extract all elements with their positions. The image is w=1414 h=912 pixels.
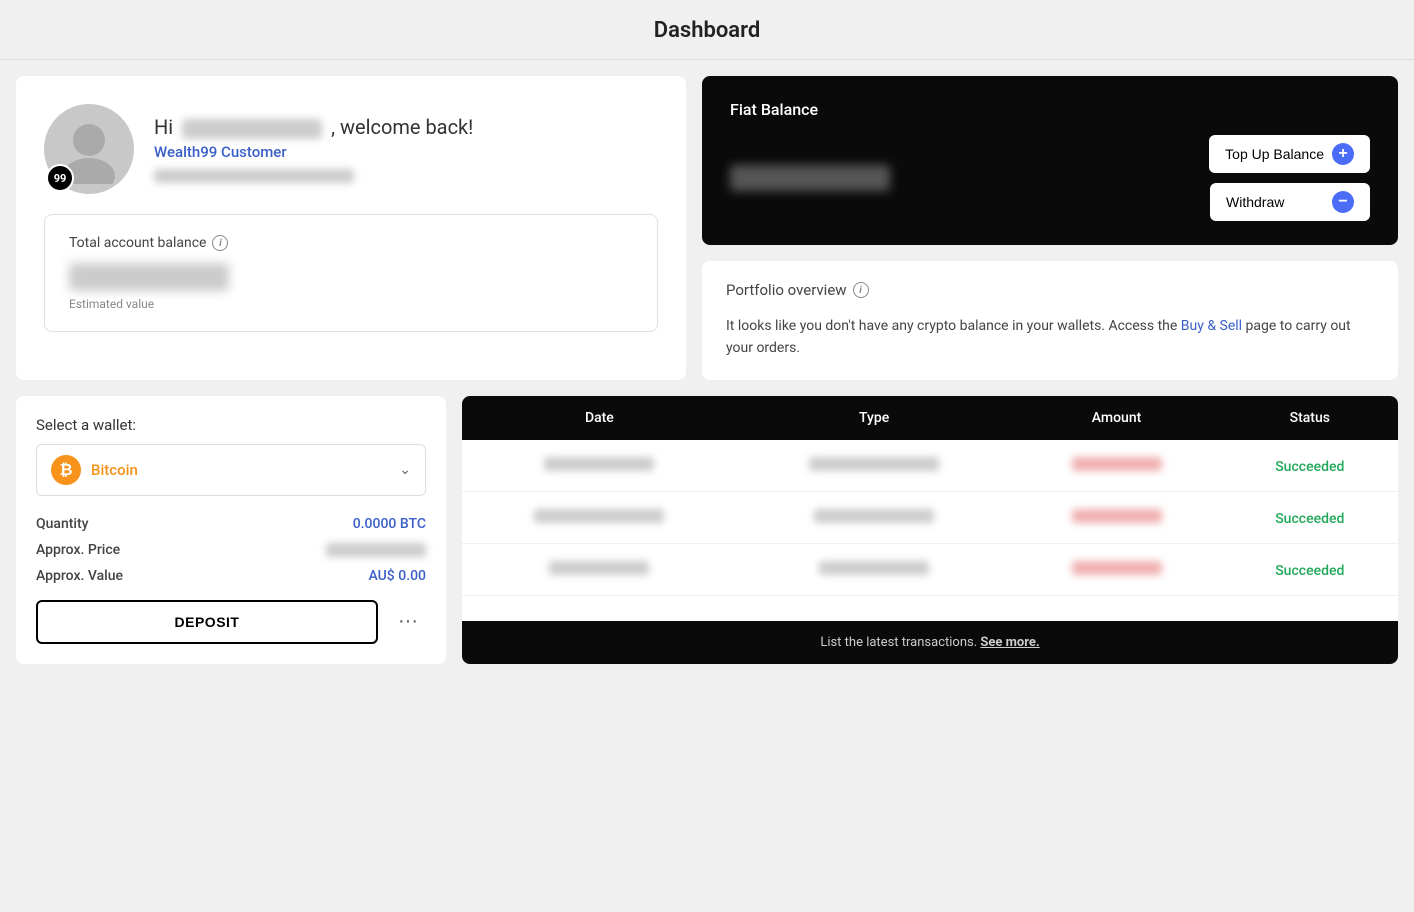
col-status: Status <box>1222 396 1398 440</box>
buy-sell-link[interactable]: Buy & Sell <box>1181 318 1242 334</box>
user-panel: 99 Hi , welcome back! Wealth99 Customer … <box>16 76 686 380</box>
page-header: Dashboard <box>0 0 1414 60</box>
status-succeeded: Succeeded <box>1275 511 1344 527</box>
transactions-table: Date Type Amount Status Succeeded <box>462 396 1398 596</box>
date-blur <box>549 561 649 575</box>
amount-cell <box>1011 491 1221 543</box>
user-details: Hi , welcome back! Wealth99 Customer <box>154 115 473 183</box>
quantity-value: 0.0000 BTC <box>353 516 426 532</box>
fiat-panel: Fiat Balance Top Up Balance + Withdraw − <box>702 76 1398 245</box>
type-blur <box>809 457 939 471</box>
table-row: Succeeded <box>462 543 1398 595</box>
approx-value-value: AU$ 0.00 <box>368 568 426 584</box>
type-blur <box>814 509 934 523</box>
date-cell <box>462 543 737 595</box>
approx-price-row: Approx. Price <box>36 542 426 558</box>
quantity-row: Quantity 0.0000 BTC <box>36 516 426 532</box>
fiat-actions: Top Up Balance + Withdraw − <box>1209 135 1370 221</box>
portfolio-title: Portfolio overview <box>726 281 847 299</box>
wallet-actions: DEPOSIT ··· <box>36 600 426 644</box>
withdraw-label: Withdraw <box>1226 194 1284 210</box>
fiat-amount-blurred <box>730 165 890 191</box>
wallet-dropdown[interactable]: ₿ Bitcoin ⌄ <box>36 444 426 496</box>
footer-text: List the latest transactions. <box>820 635 980 650</box>
status-cell: Succeeded <box>1222 491 1398 543</box>
amount-blur <box>1072 457 1162 471</box>
minus-icon: − <box>1332 191 1354 213</box>
portfolio-body: It looks like you don't have any crypto … <box>726 315 1374 360</box>
date-cell <box>462 491 737 543</box>
blurred-username <box>182 119 322 139</box>
more-options-button[interactable]: ··· <box>390 602 426 641</box>
customer-label: Wealth99 Customer <box>154 143 473 161</box>
status-cell: Succeeded <box>1222 440 1398 492</box>
wallet-name: Bitcoin <box>91 461 138 479</box>
status-succeeded: Succeeded <box>1275 563 1344 579</box>
welcome-text: Hi , welcome back! <box>154 115 473 139</box>
type-cell <box>737 543 1012 595</box>
status-succeeded: Succeeded <box>1275 459 1344 475</box>
top-up-balance-button[interactable]: Top Up Balance + <box>1209 135 1370 173</box>
estimated-label: Estimated value <box>69 297 633 311</box>
balance-card: Total account balance i Estimated value <box>44 214 658 332</box>
bottom-section: Select a wallet: ₿ Bitcoin ⌄ Quantity 0.… <box>16 396 1398 664</box>
balance-amount-blurred <box>69 263 229 291</box>
plus-icon: + <box>1332 143 1354 165</box>
welcome-prefix: Hi <box>154 115 173 139</box>
deposit-button[interactable]: DEPOSIT <box>36 600 378 644</box>
bitcoin-icon: ₿ <box>51 455 81 485</box>
balance-info-icon[interactable]: i <box>212 235 228 251</box>
fiat-body: Top Up Balance + Withdraw − <box>730 135 1370 221</box>
quantity-label: Quantity <box>36 516 89 532</box>
portfolio-title-row: Portfolio overview i <box>726 281 1374 299</box>
amount-cell <box>1011 440 1221 492</box>
table-row: Succeeded <box>462 440 1398 492</box>
welcome-suffix: , welcome back! <box>331 115 473 139</box>
date-blur <box>544 457 654 471</box>
transactions-panel: Date Type Amount Status Succeeded <box>462 396 1398 664</box>
approx-price-label: Approx. Price <box>36 542 120 558</box>
type-cell <box>737 491 1012 543</box>
balance-title-row: Total account balance i <box>69 235 633 251</box>
amount-cell <box>1011 543 1221 595</box>
type-cell <box>737 440 1012 492</box>
amount-blur <box>1072 561 1162 575</box>
approx-price-blurred <box>326 543 426 557</box>
chevron-down-icon: ⌄ <box>399 462 411 478</box>
date-blur <box>534 509 664 523</box>
approx-value-label: Approx. Value <box>36 568 123 584</box>
page-title: Dashboard <box>0 18 1414 43</box>
status-cell: Succeeded <box>1222 543 1398 595</box>
avatar-badge: 99 <box>46 164 74 192</box>
balance-title: Total account balance <box>69 235 206 251</box>
wallet-panel: Select a wallet: ₿ Bitcoin ⌄ Quantity 0.… <box>16 396 446 664</box>
col-amount: Amount <box>1011 396 1221 440</box>
portfolio-info-icon[interactable]: i <box>853 282 869 298</box>
fiat-title: Fiat Balance <box>730 100 1370 119</box>
col-type: Type <box>737 396 1012 440</box>
select-wallet-label: Select a wallet: <box>36 416 426 434</box>
portfolio-panel: Portfolio overview i It looks like you d… <box>702 261 1398 380</box>
avatar-container: 99 <box>44 104 134 194</box>
table-header-row: Date Type Amount Status <box>462 396 1398 440</box>
wallet-details: Quantity 0.0000 BTC Approx. Price Approx… <box>36 516 426 584</box>
blurred-email <box>154 169 354 183</box>
amount-blur <box>1072 509 1162 523</box>
wallet-dropdown-left: ₿ Bitcoin <box>51 455 138 485</box>
table-row: Succeeded <box>462 491 1398 543</box>
withdraw-button[interactable]: Withdraw − <box>1210 183 1370 221</box>
user-info-row: 99 Hi , welcome back! Wealth99 Customer <box>44 104 658 194</box>
date-cell <box>462 440 737 492</box>
see-more-link[interactable]: See more. <box>980 635 1039 650</box>
top-up-label: Top Up Balance <box>1225 146 1324 162</box>
type-blur <box>819 561 929 575</box>
transactions-footer: List the latest transactions. See more. <box>462 621 1398 664</box>
col-date: Date <box>462 396 737 440</box>
approx-value-row: Approx. Value AU$ 0.00 <box>36 568 426 584</box>
portfolio-body-text: It looks like you don't have any crypto … <box>726 318 1181 334</box>
